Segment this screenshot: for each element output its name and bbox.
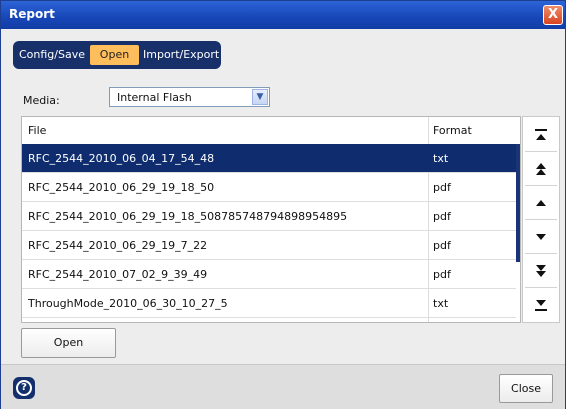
tab-import-export[interactable]: Import/Export [143,45,219,65]
table-row[interactable]: ThroughMode_2010_06_30_10_27_5 txt [22,289,516,318]
file-format: txt [433,297,449,310]
footer-bar: ? Close [1,364,565,409]
media-label: Media: [23,94,60,107]
line-up-button[interactable] [525,187,557,220]
close-button[interactable]: Close [499,374,553,403]
line-down-button[interactable] [525,221,557,254]
media-select-value: Internal Flash [117,91,192,104]
column-header-file[interactable]: File [28,124,46,137]
table-row[interactable]: RFC_2544_2010_06_29_19_7_22 pdf [22,231,516,260]
help-icon: ? [16,380,32,396]
report-window: Report X Config/Save Open Import/Export … [0,0,566,409]
page-down-icon [536,265,546,277]
column-header-format[interactable]: Format [433,124,472,137]
table-row[interactable]: RFC_2544_2010_07_02_9_39_49 pdf [22,260,516,289]
dropdown-arrow-icon[interactable]: ▼ [252,89,268,105]
file-format: pdf [433,268,451,281]
file-format: pdf [433,181,451,194]
scroll-bottom-button[interactable] [525,289,557,321]
window-title: Report [9,7,55,21]
line-up-icon [536,200,546,206]
scroll-top-icon [535,129,547,140]
file-name: RFC_2544_2010_06_29_19_18_50 [28,181,215,194]
scroll-top-button[interactable] [525,119,557,152]
table-row[interactable]: RFC_2544_2010_06_29_19_18_50878574879489… [22,202,516,231]
table-row[interactable]: RFC_2544_2010_06_04_17_54_48 txt [22,144,516,173]
file-format: txt [433,152,449,165]
table-row[interactable]: RFC_2544_2010_06_29_19_18_50 pdf [22,173,516,202]
scrollbar-thumb[interactable] [516,144,520,262]
page-up-button[interactable] [525,153,557,186]
window-close-button[interactable]: X [543,5,563,25]
file-name: RFC_2544_2010_06_04_17_54_48 [28,152,215,165]
title-bar: Report X [1,1,565,29]
table-header: File Format [22,117,520,145]
navigation-panel [522,116,560,323]
file-name: ThroughMode_2010_06_30_10_27_5 [28,297,228,310]
tab-open[interactable]: Open [90,45,139,65]
media-select[interactable]: Internal Flash ▼ [109,87,270,107]
file-name: RFC_2544_2010_06_29_19_7_22 [28,239,208,252]
page-up-icon [536,163,546,175]
vertical-scrollbar[interactable] [516,117,520,322]
file-format: pdf [433,239,451,252]
help-button[interactable]: ? [13,377,35,399]
open-button[interactable]: Open [21,328,116,358]
line-down-icon [536,234,546,240]
scroll-bottom-icon [535,300,547,311]
tab-bar: Config/Save Open Import/Export [13,41,221,69]
file-name: RFC_2544_2010_07_02_9_39_49 [28,268,208,281]
file-table: File Format RFC_2544_2010_06_04_17_54_48… [21,116,521,323]
file-name: RFC_2544_2010_06_29_19_18_50878574879489… [28,210,348,223]
file-format: pdf [433,210,451,223]
page-down-button[interactable] [525,255,557,288]
tab-config-save[interactable]: Config/Save [19,45,85,65]
